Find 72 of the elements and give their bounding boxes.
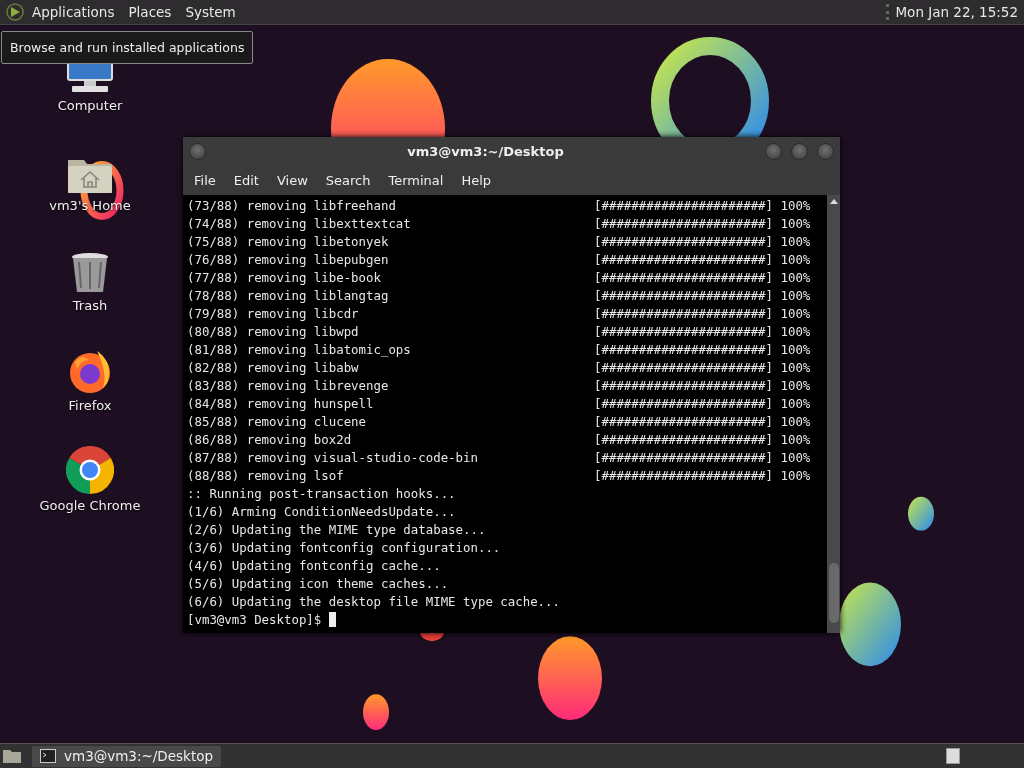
- progress-text: [######################] 100%: [594, 215, 811, 233]
- output-line: (3/6) Updating fontconfig configuration...: [187, 539, 501, 557]
- close-button[interactable]: [817, 143, 834, 160]
- progress-text: [######################] 100%: [594, 197, 811, 215]
- output-line: (73/88) removing libfreehand: [187, 197, 397, 215]
- output-line: (84/88) removing hunspell: [187, 395, 375, 413]
- output-line: (1/6) Arming ConditionNeedsUpdate...: [187, 503, 456, 521]
- progress-text: [######################] 100%: [594, 377, 811, 395]
- progress-text: [######################] 100%: [594, 413, 811, 431]
- progress-text: [######################] 100%: [594, 251, 811, 269]
- output-line: (75/88) removing libetonyek: [187, 233, 390, 251]
- progress-text: [######################] 100%: [594, 269, 811, 287]
- show-desktop-icon[interactable]: [2, 748, 22, 764]
- output-line: (82/88) removing libabw: [187, 359, 360, 377]
- window-menu-button[interactable]: [189, 143, 206, 160]
- maximize-button[interactable]: [791, 143, 808, 160]
- output-line: :: Running post-transaction hooks...: [187, 485, 456, 503]
- progress-text: [######################] 100%: [594, 467, 811, 485]
- menu-item[interactable]: Help: [452, 173, 501, 188]
- desktop-icon-label[interactable]: Google Chrome: [39, 498, 141, 513]
- progress-text: [######################] 100%: [594, 233, 811, 251]
- scroll-up-arrow-icon[interactable]: [829, 199, 838, 204]
- output-line: (78/88) removing liblangtag: [187, 287, 390, 305]
- output-line: (88/88) removing lsof: [187, 467, 345, 485]
- menu-logo-icon[interactable]: [6, 3, 24, 21]
- menu-item[interactable]: View: [267, 173, 317, 188]
- output-line: (80/88) removing libwpd: [187, 323, 360, 341]
- progress-text: [######################] 100%: [594, 431, 811, 449]
- progress-text: [######################] 100%: [594, 395, 811, 413]
- output-line: (6/6) Updating the desktop file MIME type cache...: [187, 593, 560, 611]
- menu-item[interactable]: File: [185, 173, 225, 188]
- progress-text: [######################] 100%: [594, 449, 811, 467]
- desktop-icon-label[interactable]: Computer: [57, 98, 123, 113]
- output-line: (87/88) removing visual-studio-code-bin: [187, 449, 479, 467]
- desktop-icon-label[interactable]: Trash: [72, 298, 108, 313]
- firefox-icon[interactable]: [67, 348, 113, 394]
- progress-text: [######################] 100%: [594, 287, 811, 305]
- output-line: (4/6) Updating fontconfig cache...: [187, 557, 441, 575]
- menu-item[interactable]: Terminal: [379, 173, 453, 188]
- panel-menu[interactable]: Applications: [32, 4, 115, 20]
- trash-icon[interactable]: [70, 252, 110, 294]
- output-line: (5/6) Updating icon theme caches...: [187, 575, 449, 593]
- menu-item[interactable]: Search: [316, 173, 380, 188]
- terminal-icon: [40, 749, 56, 763]
- menu-item[interactable]: Edit: [224, 173, 268, 188]
- workspace-switcher[interactable]: [946, 748, 960, 764]
- minimize-button[interactable]: [765, 143, 782, 160]
- output-line: (2/6) Updating the MIME type database...: [187, 521, 486, 539]
- scrollbar[interactable]: [827, 195, 840, 633]
- output-line: (86/88) removing box2d: [187, 431, 353, 449]
- window-title: vm3@vm3:~/Desktop: [406, 144, 565, 159]
- taskbar-button[interactable]: vm3@vm3:~/Desktop: [32, 745, 222, 767]
- progress-text: [######################] 100%: [594, 341, 811, 359]
- panel-menu[interactable]: System: [185, 4, 236, 20]
- clock[interactable]: Mon Jan 22, 15:52: [886, 4, 1018, 20]
- output-line: (85/88) removing clucene: [187, 413, 368, 431]
- output-line: (79/88) removing libcdr: [187, 305, 360, 323]
- progress-text: [######################] 100%: [594, 359, 811, 377]
- shell-prompt: [vm3@vm3 Desktop]$: [187, 611, 322, 629]
- chrome-icon[interactable]: [66, 446, 114, 494]
- output-line: (76/88) removing libepubgen: [187, 251, 390, 269]
- panel-menu[interactable]: Places: [128, 4, 172, 20]
- output-line: (83/88) removing librevenge: [187, 377, 390, 395]
- scrollbar-thumb[interactable]: [828, 563, 839, 623]
- output-line: (81/88) removing libatomic_ops: [187, 341, 412, 359]
- progress-text: [######################] 100%: [594, 323, 811, 341]
- output-line: (74/88) removing libexttextcat: [187, 215, 412, 233]
- output-line: (77/88) removing libe-book: [187, 269, 382, 287]
- tooltip: Browse and run installed applications: [1, 31, 254, 64]
- desktop-icon-label[interactable]: Firefox: [68, 398, 112, 413]
- text-cursor: [329, 612, 337, 627]
- progress-text: [######################] 100%: [594, 305, 811, 323]
